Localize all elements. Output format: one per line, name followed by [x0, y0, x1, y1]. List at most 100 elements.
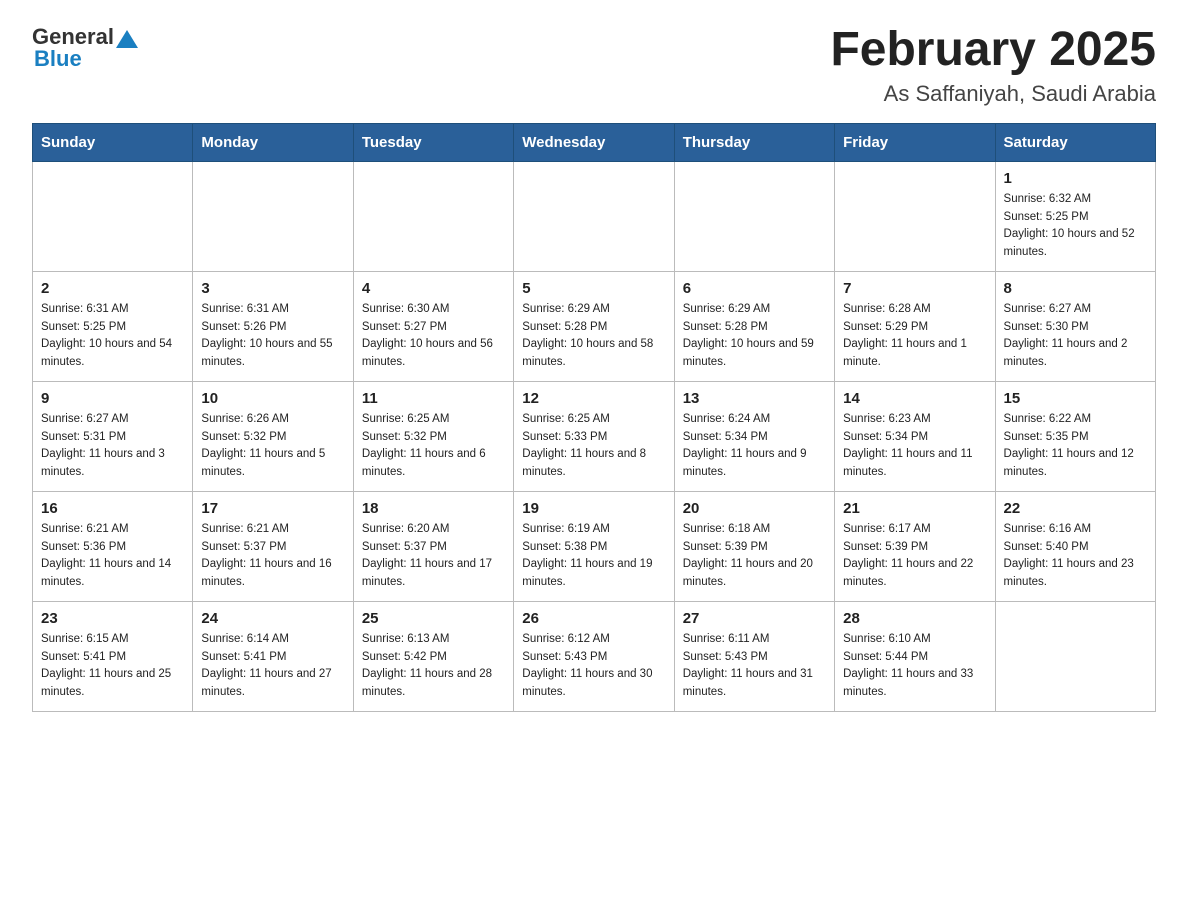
- day-number: 23: [41, 610, 184, 627]
- day-info: Sunrise: 6:28 AM Sunset: 5:29 PM Dayligh…: [843, 301, 986, 372]
- day-info: Sunrise: 6:29 AM Sunset: 5:28 PM Dayligh…: [683, 301, 826, 372]
- day-info: Sunrise: 6:20 AM Sunset: 5:37 PM Dayligh…: [362, 521, 505, 592]
- day-number: 15: [1004, 390, 1147, 407]
- day-info: Sunrise: 6:17 AM Sunset: 5:39 PM Dayligh…: [843, 521, 986, 592]
- calendar-cell: 2 Sunrise: 6:31 AM Sunset: 5:25 PM Daylig…: [33, 271, 193, 381]
- day-info: Sunrise: 6:26 AM Sunset: 5:32 PM Dayligh…: [201, 411, 344, 482]
- calendar-cell: [514, 161, 674, 271]
- day-info: Sunrise: 6:21 AM Sunset: 5:36 PM Dayligh…: [41, 521, 184, 592]
- day-info: Sunrise: 6:19 AM Sunset: 5:38 PM Dayligh…: [522, 521, 665, 592]
- calendar-cell: 18 Sunrise: 6:20 AM Sunset: 5:37 PM Dayli…: [353, 491, 513, 601]
- calendar-cell: 11 Sunrise: 6:25 AM Sunset: 5:32 PM Dayli…: [353, 381, 513, 491]
- calendar-cell: 13 Sunrise: 6:24 AM Sunset: 5:34 PM Dayli…: [674, 381, 834, 491]
- day-number: 11: [362, 390, 505, 407]
- calendar-cell: [674, 161, 834, 271]
- day-info: Sunrise: 6:25 AM Sunset: 5:32 PM Dayligh…: [362, 411, 505, 482]
- calendar-cell: [835, 161, 995, 271]
- day-info: Sunrise: 6:31 AM Sunset: 5:25 PM Dayligh…: [41, 301, 184, 372]
- calendar-week-row: 9 Sunrise: 6:27 AM Sunset: 5:31 PM Daylig…: [33, 381, 1156, 491]
- calendar-header-wednesday: Wednesday: [514, 123, 674, 161]
- day-info: Sunrise: 6:27 AM Sunset: 5:30 PM Dayligh…: [1004, 301, 1147, 372]
- day-number: 19: [522, 500, 665, 517]
- calendar-cell: [33, 161, 193, 271]
- day-number: 14: [843, 390, 986, 407]
- calendar-week-row: 23 Sunrise: 6:15 AM Sunset: 5:41 PM Dayli…: [33, 601, 1156, 711]
- calendar-header-saturday: Saturday: [995, 123, 1155, 161]
- calendar-week-row: 2 Sunrise: 6:31 AM Sunset: 5:25 PM Daylig…: [33, 271, 1156, 381]
- calendar-header-monday: Monday: [193, 123, 353, 161]
- calendar-cell: 20 Sunrise: 6:18 AM Sunset: 5:39 PM Dayli…: [674, 491, 834, 601]
- day-number: 26: [522, 610, 665, 627]
- calendar-cell: 23 Sunrise: 6:15 AM Sunset: 5:41 PM Dayli…: [33, 601, 193, 711]
- calendar-header-thursday: Thursday: [674, 123, 834, 161]
- day-info: Sunrise: 6:13 AM Sunset: 5:42 PM Dayligh…: [362, 631, 505, 702]
- day-number: 17: [201, 500, 344, 517]
- day-info: Sunrise: 6:30 AM Sunset: 5:27 PM Dayligh…: [362, 301, 505, 372]
- calendar-cell: 21 Sunrise: 6:17 AM Sunset: 5:39 PM Dayli…: [835, 491, 995, 601]
- day-number: 28: [843, 610, 986, 627]
- calendar-header-friday: Friday: [835, 123, 995, 161]
- day-number: 8: [1004, 280, 1147, 297]
- calendar-cell: 8 Sunrise: 6:27 AM Sunset: 5:30 PM Daylig…: [995, 271, 1155, 381]
- page-title: February 2025: [830, 24, 1156, 77]
- calendar-cell: 7Sunrise: 6:28 AM Sunset: 5:29 PM Daylig…: [835, 271, 995, 381]
- day-info: Sunrise: 6:25 AM Sunset: 5:33 PM Dayligh…: [522, 411, 665, 482]
- page-subtitle: As Saffaniyah, Saudi Arabia: [830, 81, 1156, 107]
- day-number: 6: [683, 280, 826, 297]
- calendar-header-tuesday: Tuesday: [353, 123, 513, 161]
- page-header: General Blue February 2025 As Saffaniyah…: [32, 24, 1156, 107]
- day-info: Sunrise: 6:14 AM Sunset: 5:41 PM Dayligh…: [201, 631, 344, 702]
- calendar-cell: 16Sunrise: 6:21 AM Sunset: 5:36 PM Dayli…: [33, 491, 193, 601]
- calendar-cell: 19 Sunrise: 6:19 AM Sunset: 5:38 PM Dayli…: [514, 491, 674, 601]
- day-info: Sunrise: 6:15 AM Sunset: 5:41 PM Dayligh…: [41, 631, 184, 702]
- day-number: 20: [683, 500, 826, 517]
- day-info: Sunrise: 6:18 AM Sunset: 5:39 PM Dayligh…: [683, 521, 826, 592]
- calendar-cell: 4 Sunrise: 6:30 AM Sunset: 5:27 PM Daylig…: [353, 271, 513, 381]
- calendar-cell: 1Sunrise: 6:32 AM Sunset: 5:25 PM Daylig…: [995, 161, 1155, 271]
- calendar-cell: 15 Sunrise: 6:22 AM Sunset: 5:35 PM Dayli…: [995, 381, 1155, 491]
- title-block: February 2025 As Saffaniyah, Saudi Arabi…: [830, 24, 1156, 107]
- calendar-cell: [995, 601, 1155, 711]
- calendar-cell: 10 Sunrise: 6:26 AM Sunset: 5:32 PM Dayli…: [193, 381, 353, 491]
- calendar-cell: 6 Sunrise: 6:29 AM Sunset: 5:28 PM Daylig…: [674, 271, 834, 381]
- calendar-week-row: 1Sunrise: 6:32 AM Sunset: 5:25 PM Daylig…: [33, 161, 1156, 271]
- day-info: Sunrise: 6:22 AM Sunset: 5:35 PM Dayligh…: [1004, 411, 1147, 482]
- day-info: Sunrise: 6:24 AM Sunset: 5:34 PM Dayligh…: [683, 411, 826, 482]
- calendar-cell: 9 Sunrise: 6:27 AM Sunset: 5:31 PM Daylig…: [33, 381, 193, 491]
- calendar-cell: 24 Sunrise: 6:14 AM Sunset: 5:41 PM Dayli…: [193, 601, 353, 711]
- day-number: 21: [843, 500, 986, 517]
- day-info: Sunrise: 6:29 AM Sunset: 5:28 PM Dayligh…: [522, 301, 665, 372]
- calendar-cell: [193, 161, 353, 271]
- day-info: Sunrise: 6:11 AM Sunset: 5:43 PM Dayligh…: [683, 631, 826, 702]
- calendar-cell: 25 Sunrise: 6:13 AM Sunset: 5:42 PM Dayli…: [353, 601, 513, 711]
- day-number: 4: [362, 280, 505, 297]
- day-number: 22: [1004, 500, 1147, 517]
- day-number: 9: [41, 390, 184, 407]
- day-number: 18: [362, 500, 505, 517]
- day-info: Sunrise: 6:21 AM Sunset: 5:37 PM Dayligh…: [201, 521, 344, 592]
- day-info: Sunrise: 6:27 AM Sunset: 5:31 PM Dayligh…: [41, 411, 184, 482]
- day-number: 2: [41, 280, 184, 297]
- day-info: Sunrise: 6:10 AM Sunset: 5:44 PM Dayligh…: [843, 631, 986, 702]
- calendar-cell: [353, 161, 513, 271]
- calendar-cell: 17 Sunrise: 6:21 AM Sunset: 5:37 PM Dayli…: [193, 491, 353, 601]
- day-number: 12: [522, 390, 665, 407]
- day-number: 24: [201, 610, 344, 627]
- calendar-cell: 28 Sunrise: 6:10 AM Sunset: 5:44 PM Dayli…: [835, 601, 995, 711]
- calendar-week-row: 16Sunrise: 6:21 AM Sunset: 5:36 PM Dayli…: [33, 491, 1156, 601]
- day-number: 13: [683, 390, 826, 407]
- day-number: 10: [201, 390, 344, 407]
- day-number: 27: [683, 610, 826, 627]
- calendar-cell: 12 Sunrise: 6:25 AM Sunset: 5:33 PM Dayli…: [514, 381, 674, 491]
- day-number: 3: [201, 280, 344, 297]
- calendar-cell: 14 Sunrise: 6:23 AM Sunset: 5:34 PM Dayli…: [835, 381, 995, 491]
- day-info: Sunrise: 6:16 AM Sunset: 5:40 PM Dayligh…: [1004, 521, 1147, 592]
- day-number: 1: [1004, 170, 1147, 187]
- logo: General Blue: [32, 24, 138, 72]
- calendar-cell: 5Sunrise: 6:29 AM Sunset: 5:28 PM Daylig…: [514, 271, 674, 381]
- day-info: Sunrise: 6:23 AM Sunset: 5:34 PM Dayligh…: [843, 411, 986, 482]
- day-number: 25: [362, 610, 505, 627]
- day-info: Sunrise: 6:12 AM Sunset: 5:43 PM Dayligh…: [522, 631, 665, 702]
- calendar-cell: 26 Sunrise: 6:12 AM Sunset: 5:43 PM Dayli…: [514, 601, 674, 711]
- calendar-header-row: SundayMondayTuesdayWednesdayThursdayFrid…: [33, 123, 1156, 161]
